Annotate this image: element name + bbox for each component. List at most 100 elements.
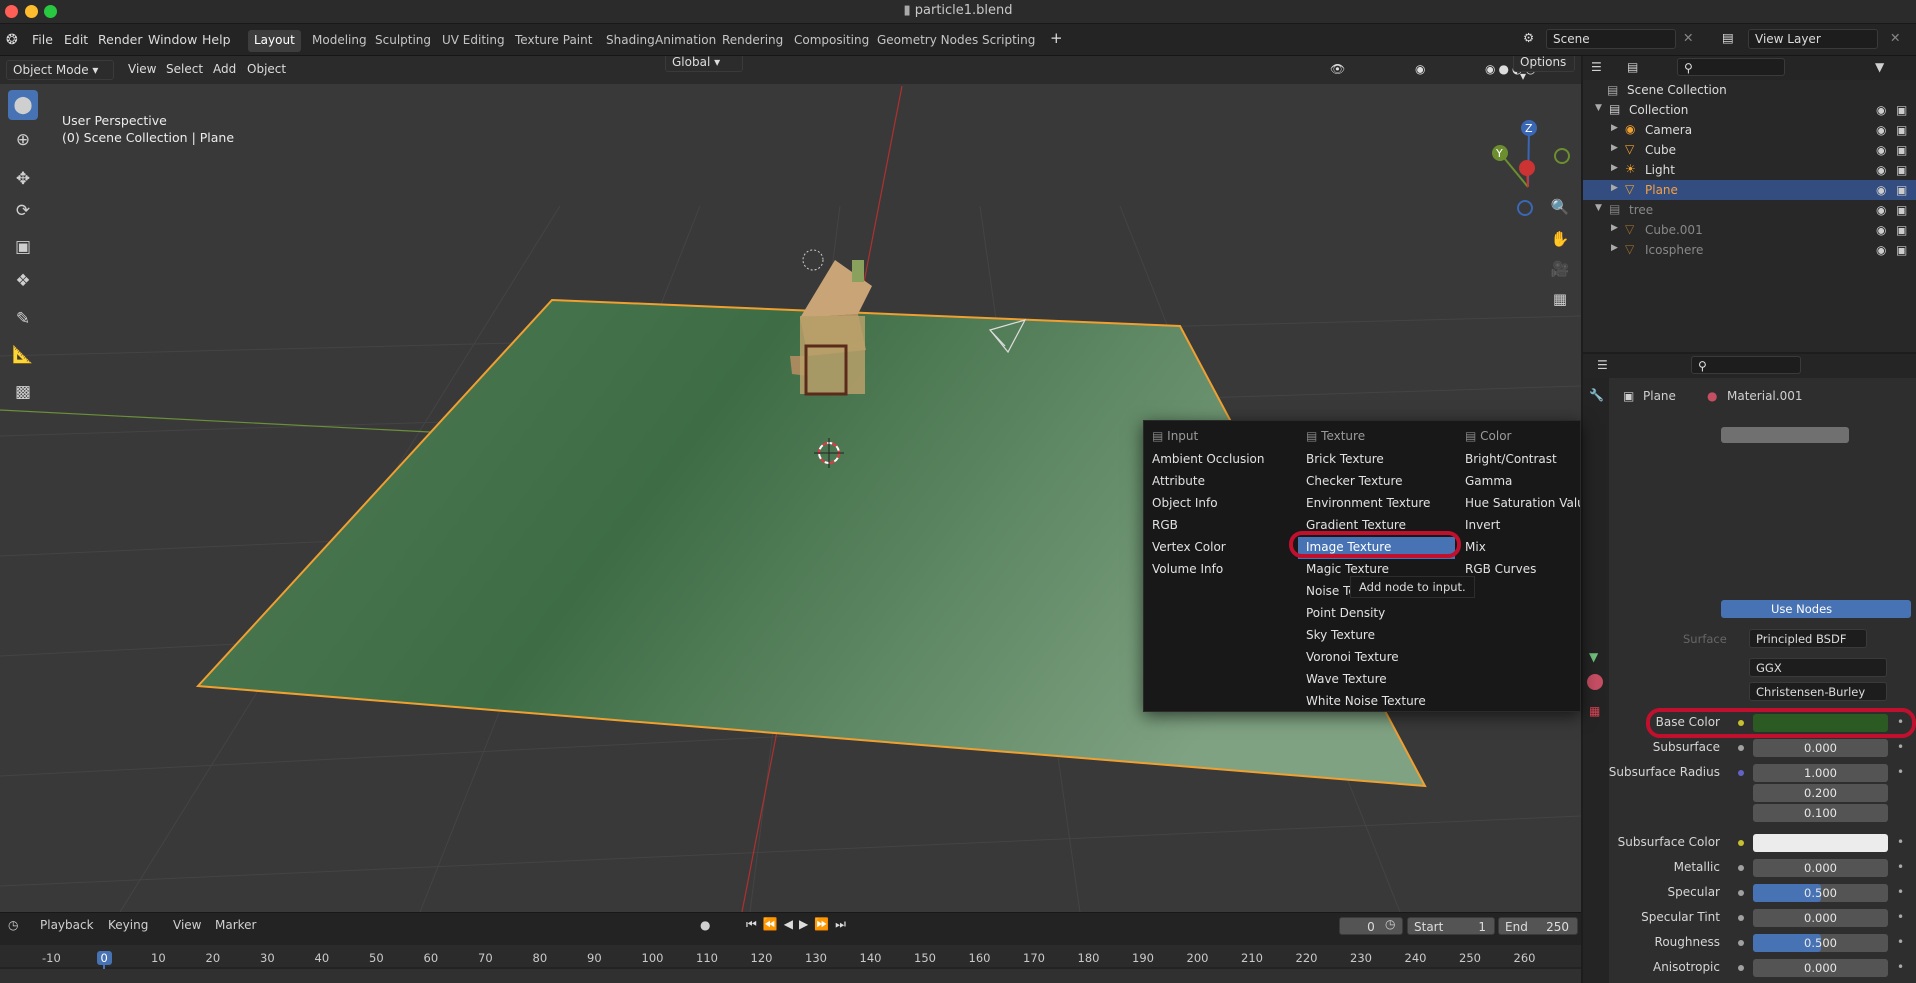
orientation-selector[interactable]: Global ▾ xyxy=(665,56,743,72)
workspace-tab-scripting[interactable]: Scripting xyxy=(976,30,1041,52)
view-layer-selector[interactable]: View Layer xyxy=(1748,29,1878,49)
workspace-tab-layout[interactable]: Layout xyxy=(248,30,301,52)
subsurface-radius-field-3[interactable]: 0.100 xyxy=(1753,804,1888,822)
render-camera-icon[interactable]: ▣ xyxy=(1896,203,1907,217)
timeline-editor-icon[interactable]: ◷ xyxy=(8,918,18,932)
outliner-row-camera[interactable]: ▶ ◉ Camera ◉ ▣ xyxy=(1583,120,1916,140)
subsurface-radius-field[interactable]: 1.000 xyxy=(1753,764,1888,782)
annotate-tool-icon[interactable]: ✎ xyxy=(8,304,38,334)
measure-tool-icon[interactable]: 📐 xyxy=(8,340,38,370)
workspace-tab-texture-paint[interactable]: Texture Paint xyxy=(509,30,598,52)
overlays-icon[interactable]: ◉ xyxy=(1415,62,1425,76)
render-camera-icon[interactable]: ▣ xyxy=(1896,243,1907,257)
timeline-menu-playback[interactable]: Playback xyxy=(40,918,94,932)
cursor-tool-icon[interactable]: ⊕ xyxy=(8,125,38,155)
subsurface-color-swatch[interactable] xyxy=(1753,834,1888,852)
menu-item-environment-texture[interactable]: Environment Texture xyxy=(1298,493,1457,515)
metallic-field[interactable]: 0.000 xyxy=(1753,859,1888,877)
move-tool-icon[interactable]: ✥ xyxy=(8,164,38,194)
menu-item-hue-saturation-value[interactable]: Hue Saturation Value xyxy=(1457,493,1580,515)
outliner-row-cube-001[interactable]: ▶ ▽ Cube.001 ◉ ▣ xyxy=(1583,220,1916,240)
viewport-menu-view[interactable]: View xyxy=(128,62,156,76)
socket-icon[interactable] xyxy=(1738,840,1744,846)
scene-selector[interactable]: Scene xyxy=(1546,29,1676,49)
keyframe-dot-icon[interactable]: • xyxy=(1897,835,1904,849)
socket-icon[interactable] xyxy=(1738,720,1744,726)
visibility-eye-icon[interactable]: ◉ xyxy=(1876,123,1886,137)
menu-item-checker-texture[interactable]: Checker Texture xyxy=(1298,471,1457,493)
add-cube-tool-icon[interactable]: ▩ xyxy=(8,377,38,407)
menu-item-gamma[interactable]: Gamma xyxy=(1457,471,1580,493)
timeline-menu-marker[interactable]: Marker xyxy=(215,918,256,932)
expand-arrow-icon[interactable]: ▶ xyxy=(1611,143,1618,153)
workspace-tab-sculpting[interactable]: Sculpting xyxy=(369,30,437,52)
menu-item-invert[interactable]: Invert xyxy=(1457,515,1580,537)
blender-logo-icon[interactable]: ❂ xyxy=(6,32,18,48)
visibility-eye-icon[interactable]: ◉ xyxy=(1876,183,1886,197)
visibility-eye-icon[interactable]: ◉ xyxy=(1876,243,1886,257)
socket-icon[interactable] xyxy=(1738,865,1744,871)
visibility-icon[interactable]: 👁 xyxy=(1330,62,1345,76)
subsurface-method-selector[interactable]: Christensen-Burley xyxy=(1749,682,1887,701)
socket-icon[interactable] xyxy=(1738,890,1744,896)
tool-tab-icon[interactable]: 🔧 xyxy=(1589,388,1604,402)
socket-icon[interactable] xyxy=(1738,915,1744,921)
menu-edit[interactable]: Edit xyxy=(64,32,88,47)
visibility-eye-icon[interactable]: ◉ xyxy=(1876,143,1886,157)
menu-item-bright-contrast[interactable]: Bright/Contrast xyxy=(1457,449,1580,471)
data-tab-icon[interactable]: ▼ xyxy=(1589,650,1598,664)
menu-item-object-info[interactable]: Object Info xyxy=(1144,493,1298,515)
viewport-menu-object[interactable]: Object xyxy=(247,62,286,76)
menu-item-brick-texture[interactable]: Brick Texture xyxy=(1298,449,1457,471)
transform-tool-icon[interactable]: ❖ xyxy=(8,266,38,296)
render-camera-icon[interactable]: ▣ xyxy=(1896,123,1907,137)
menu-item-voronoi-texture[interactable]: Voronoi Texture xyxy=(1298,647,1457,669)
expand-arrow-icon[interactable]: ▶ xyxy=(1611,183,1618,193)
view-layer-icon[interactable]: ▤ xyxy=(1722,30,1734,45)
render-camera-icon[interactable]: ▣ xyxy=(1896,223,1907,237)
keyframe-dot-icon[interactable]: • xyxy=(1897,765,1904,779)
workspace-tab-animation[interactable]: Animation xyxy=(649,30,722,52)
keyframe-dot-icon[interactable]: • xyxy=(1897,960,1904,974)
roughness-field[interactable]: 0.500 xyxy=(1753,934,1888,952)
select-box-tool-icon[interactable]: ⬤ xyxy=(8,90,38,120)
timeline-scrollbar[interactable] xyxy=(0,969,1581,983)
zoom-icon[interactable]: 🔍 xyxy=(1545,192,1575,222)
close-scene-icon[interactable]: ✕ xyxy=(1683,30,1693,45)
workspace-tab-uv-editing[interactable]: UV Editing xyxy=(436,30,511,52)
specular-tint-field[interactable]: 0.000 xyxy=(1753,909,1888,927)
options-button[interactable]: Options ▾ xyxy=(1513,56,1575,83)
keyframe-dot-icon[interactable]: • xyxy=(1897,910,1904,924)
pan-hand-icon[interactable]: ✋ xyxy=(1545,224,1575,254)
viewport-menu-add[interactable]: Add xyxy=(213,62,236,76)
viewport-menu-select[interactable]: Select xyxy=(166,62,203,76)
base-color-swatch[interactable] xyxy=(1753,714,1888,732)
visibility-eye-icon[interactable]: ◉ xyxy=(1876,163,1886,177)
keyframe-dot-icon[interactable]: • xyxy=(1897,885,1904,899)
socket-icon[interactable] xyxy=(1738,745,1744,751)
subsurface-field[interactable]: 0.000 xyxy=(1753,739,1888,757)
menu-item-wave-texture[interactable]: Wave Texture xyxy=(1298,669,1457,691)
menu-item-white-noise-texture[interactable]: White Noise Texture xyxy=(1298,691,1457,711)
socket-icon[interactable] xyxy=(1738,965,1744,971)
expand-arrow-icon[interactable]: ▶ xyxy=(1611,163,1618,173)
menu-item-image-texture[interactable]: Image Texture xyxy=(1298,537,1455,559)
render-camera-icon[interactable]: ▣ xyxy=(1896,163,1907,177)
editor-type-icon[interactable]: ☰ xyxy=(1597,358,1608,372)
outliner-search-input[interactable]: ⚲ xyxy=(1677,58,1785,76)
menu-item-volume-info[interactable]: Volume Info xyxy=(1144,559,1298,581)
keyframe-dot-icon[interactable]: • xyxy=(1897,740,1904,754)
menu-item-gradient-texture[interactable]: Gradient Texture xyxy=(1298,515,1457,537)
start-frame-field[interactable]: Start 1 xyxy=(1407,917,1495,935)
outliner-root-row[interactable]: ▤ Scene Collection xyxy=(1583,80,1916,100)
menu-item-attribute[interactable]: Attribute xyxy=(1144,471,1298,493)
use-nodes-button[interactable]: Use Nodes xyxy=(1721,600,1911,618)
workspace-tab-compositing[interactable]: Compositing xyxy=(788,30,875,52)
rotate-tool-icon[interactable]: ⟳ xyxy=(8,196,38,226)
anisotropic-field[interactable]: 0.000 xyxy=(1753,959,1888,977)
editor-type-icon[interactable]: ☰ xyxy=(1591,60,1602,74)
texture-tab-icon[interactable]: ▦ xyxy=(1589,704,1600,718)
outliner-row-collection[interactable]: ▼ ▤ Collection ◉ ▣ xyxy=(1583,100,1916,120)
keyframe-dot-icon[interactable]: • xyxy=(1897,860,1904,874)
menu-file[interactable]: File xyxy=(32,32,53,47)
